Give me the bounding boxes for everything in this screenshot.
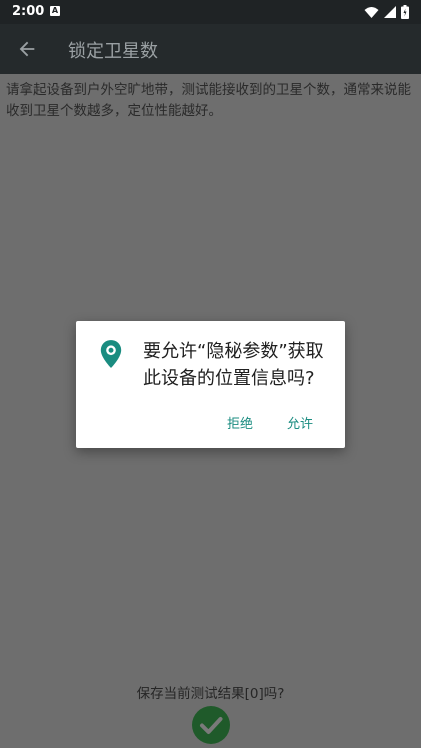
battery-icon: [401, 5, 409, 19]
location-pin-icon: [100, 340, 122, 368]
toolbar: 锁定卫星数: [0, 24, 421, 74]
save-prompt: 保存当前测试结果[0]吗?: [136, 686, 285, 702]
signal-icon: [384, 6, 396, 18]
wifi-icon: [364, 6, 379, 18]
allow-button[interactable]: 允许: [281, 409, 319, 436]
status-bar: 2:00 A: [0, 0, 421, 24]
page-title: 锁定卫星数: [68, 41, 158, 62]
deny-button[interactable]: 拒绝: [221, 409, 259, 436]
notification-icon: A: [50, 6, 60, 16]
check-icon: [200, 717, 223, 734]
status-icons: [364, 5, 409, 19]
status-time: 2:00: [12, 4, 45, 19]
dialog-message: 要允许“隐秘参数”获取此设备的位置信息吗?: [143, 341, 324, 389]
location-permission-dialog: 要允许“隐秘参数”获取此设备的位置信息吗? 拒绝 允许: [76, 321, 345, 448]
arrow-left-icon[interactable]: [16, 38, 38, 60]
confirm-save-button[interactable]: [192, 706, 230, 744]
